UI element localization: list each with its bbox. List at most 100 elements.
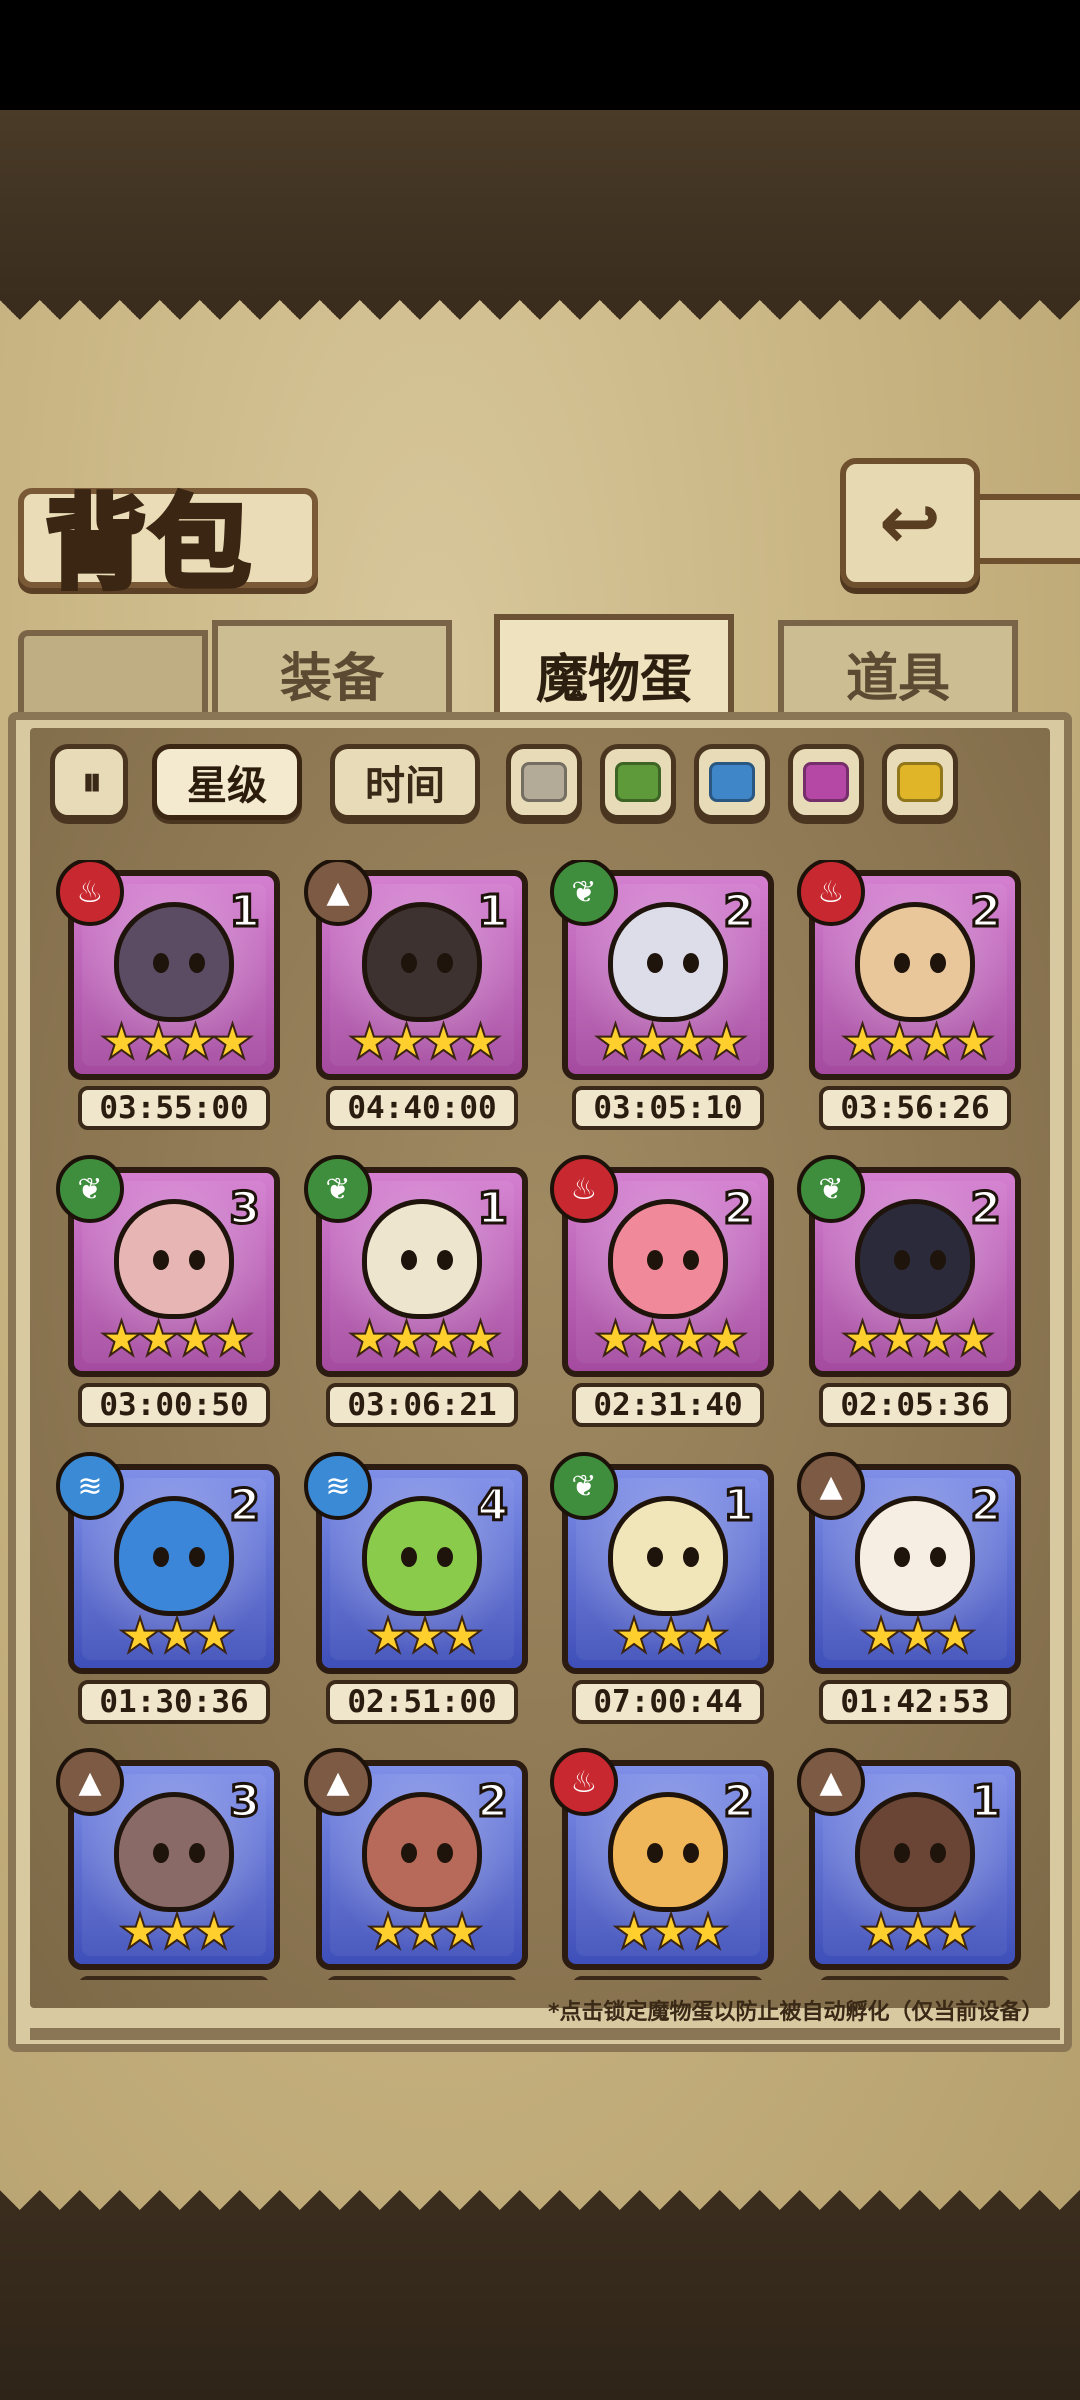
filter-blue-button[interactable] xyxy=(694,744,770,820)
egg-card-body: 2 ★★★★ ❦ 03:05:10 xyxy=(550,860,774,1130)
earth-element-icon: ▲ xyxy=(797,1452,865,1520)
monster-eye xyxy=(401,1547,417,1567)
blue-swatch xyxy=(709,762,755,802)
earth-element-icon: ▲ xyxy=(797,1748,865,1816)
monster-eye xyxy=(189,1843,205,1863)
monster-egg-icon xyxy=(608,1496,728,1616)
filter-gray-button[interactable] xyxy=(506,744,582,820)
monster-eye xyxy=(894,1547,910,1567)
fire-element-icon: ♨ xyxy=(797,860,865,926)
map-background-top xyxy=(0,110,1080,300)
monster-egg-icon xyxy=(362,1496,482,1616)
status-bar-area xyxy=(0,0,1080,110)
monster-eye xyxy=(437,953,453,973)
star-rating: ★★★ xyxy=(365,1904,484,1960)
filter-yellow-button[interactable] xyxy=(882,744,958,820)
monster-egg-icon xyxy=(362,902,482,1022)
earth-element-icon: ▲ xyxy=(304,1748,372,1816)
tab-monster-eggs[interactable]: 魔物蛋 xyxy=(494,614,734,728)
hatch-timer: 03:56:26 xyxy=(819,1086,1011,1130)
star-rating: ★★★ xyxy=(858,1904,977,1960)
monster-egg-icon xyxy=(114,1792,234,1912)
sort-by-time-label: 时间 xyxy=(365,763,445,809)
egg-card-body: 1 ★★★ ❦ 07:00:44 xyxy=(550,1452,774,1724)
egg-count: 2 xyxy=(969,885,1003,939)
egg-count: 2 xyxy=(722,1775,756,1829)
monster-eye xyxy=(647,1843,663,1863)
hatch-timer: 02:31:40 xyxy=(572,1383,764,1427)
egg-count: 2 xyxy=(722,1182,756,1236)
egg-count: 1 xyxy=(228,885,262,939)
grass-element-icon: ❦ xyxy=(550,1452,618,1520)
hatch-timer: 03:06:21 xyxy=(326,1383,518,1427)
hatch-timer xyxy=(78,1976,270,1980)
egg-card-body: 2 ★★★ ▲ xyxy=(304,1748,528,1980)
grass-element-icon: ❦ xyxy=(797,1155,865,1223)
egg-card-body: 2 ★★★ ▲ 01:42:53 xyxy=(797,1452,1021,1724)
hatch-timer: 03:55:00 xyxy=(78,1086,270,1130)
egg-card-body: 2 ★★★ ≋ 01:30:36 xyxy=(56,1452,280,1724)
star-rating: ★★★★ xyxy=(99,1311,255,1367)
monster-egg-icon xyxy=(855,902,975,1022)
monster-eye xyxy=(683,1843,699,1863)
hatch-timer: 03:05:10 xyxy=(572,1086,764,1130)
filter-green-button[interactable] xyxy=(600,744,676,820)
earth-element-icon: ▲ xyxy=(304,860,372,926)
torn-edge-top xyxy=(0,300,1080,340)
back-arrow-icon: ↩ xyxy=(878,480,941,566)
monster-egg-icon xyxy=(114,902,234,1022)
egg-card-body: 2 ★★★★ ♨ 02:31:40 xyxy=(550,1155,774,1427)
monster-eye xyxy=(437,1250,453,1270)
monster-eye xyxy=(153,1547,169,1567)
egg-count: 2 xyxy=(228,1479,262,1533)
egg-card-body: 1 ★★★★ ❦ 03:06:21 xyxy=(304,1155,528,1427)
star-rating: ★★★★ xyxy=(347,1014,503,1070)
hatch-timer: 07:00:44 xyxy=(572,1680,764,1724)
egg-card-body: 1 ★★★ ▲ xyxy=(797,1748,1021,1980)
grass-element-icon: ❦ xyxy=(56,1155,124,1223)
monster-eye xyxy=(930,1547,946,1567)
map-background-bottom xyxy=(0,2210,1080,2400)
monster-eye xyxy=(647,953,663,973)
egg-count: 3 xyxy=(228,1775,262,1829)
egg-grid: 1 ★★★★ ♨ 03:55:00 1 ★★★★ ▲ 04:40:00 2 ★★★★ ❦ 03:05:… xyxy=(54,860,1034,1980)
tab-bar-left-edge xyxy=(18,630,208,720)
star-rating: ★★★ xyxy=(117,1904,236,1960)
sort-by-star-button[interactable]: 星级 xyxy=(152,744,302,820)
star-rating: ★★★★ xyxy=(840,1311,996,1367)
egg-count: 1 xyxy=(969,1775,1003,1829)
back-button[interactable]: ↩ xyxy=(840,458,980,588)
monster-eye xyxy=(189,953,205,973)
tab-equipment[interactable]: 装备 xyxy=(212,620,452,720)
earth-element-icon: ▲ xyxy=(56,1748,124,1816)
monster-eye xyxy=(189,1250,205,1270)
hatch-timer: 01:42:53 xyxy=(819,1680,1011,1724)
monster-eye xyxy=(894,1250,910,1270)
tab-items[interactable]: 道具 xyxy=(778,620,1018,720)
monster-eye xyxy=(153,1843,169,1863)
egg-count: 1 xyxy=(722,1479,756,1533)
egg-count: 1 xyxy=(476,1182,510,1236)
sort-by-time-button[interactable]: 时间 xyxy=(330,744,480,820)
star-rating: ★★★ xyxy=(611,1608,730,1664)
filter-purple-button[interactable] xyxy=(788,744,864,820)
monster-egg-icon xyxy=(114,1496,234,1616)
monster-eye xyxy=(401,1250,417,1270)
monster-eye xyxy=(930,1843,946,1863)
egg-card-body: 3 ★★★★ ❦ 03:00:50 xyxy=(56,1155,280,1427)
sort-order-button[interactable]: ⏸ xyxy=(50,744,128,820)
green-swatch xyxy=(615,762,661,802)
monster-eye xyxy=(683,1547,699,1567)
water-element-icon: ≋ xyxy=(56,1452,124,1520)
water-element-icon: ≋ xyxy=(304,1452,372,1520)
torn-edge-bottom xyxy=(0,2130,1080,2210)
star-rating: ★★★ xyxy=(611,1904,730,1960)
sort-by-star-label: 星级 xyxy=(187,763,267,809)
monster-eye xyxy=(683,953,699,973)
lock-hint-text: *点击锁定魔物蛋以防止被自动孵化（仅当前设备） xyxy=(548,2000,1044,2025)
egg-card-body: 3 ★★★ ▲ xyxy=(56,1748,280,1980)
star-rating: ★★★★ xyxy=(347,1311,503,1367)
star-rating: ★★★ xyxy=(858,1608,977,1664)
egg-card-body: 2 ★★★ ♨ xyxy=(550,1748,774,1980)
egg-count: 1 xyxy=(476,885,510,939)
